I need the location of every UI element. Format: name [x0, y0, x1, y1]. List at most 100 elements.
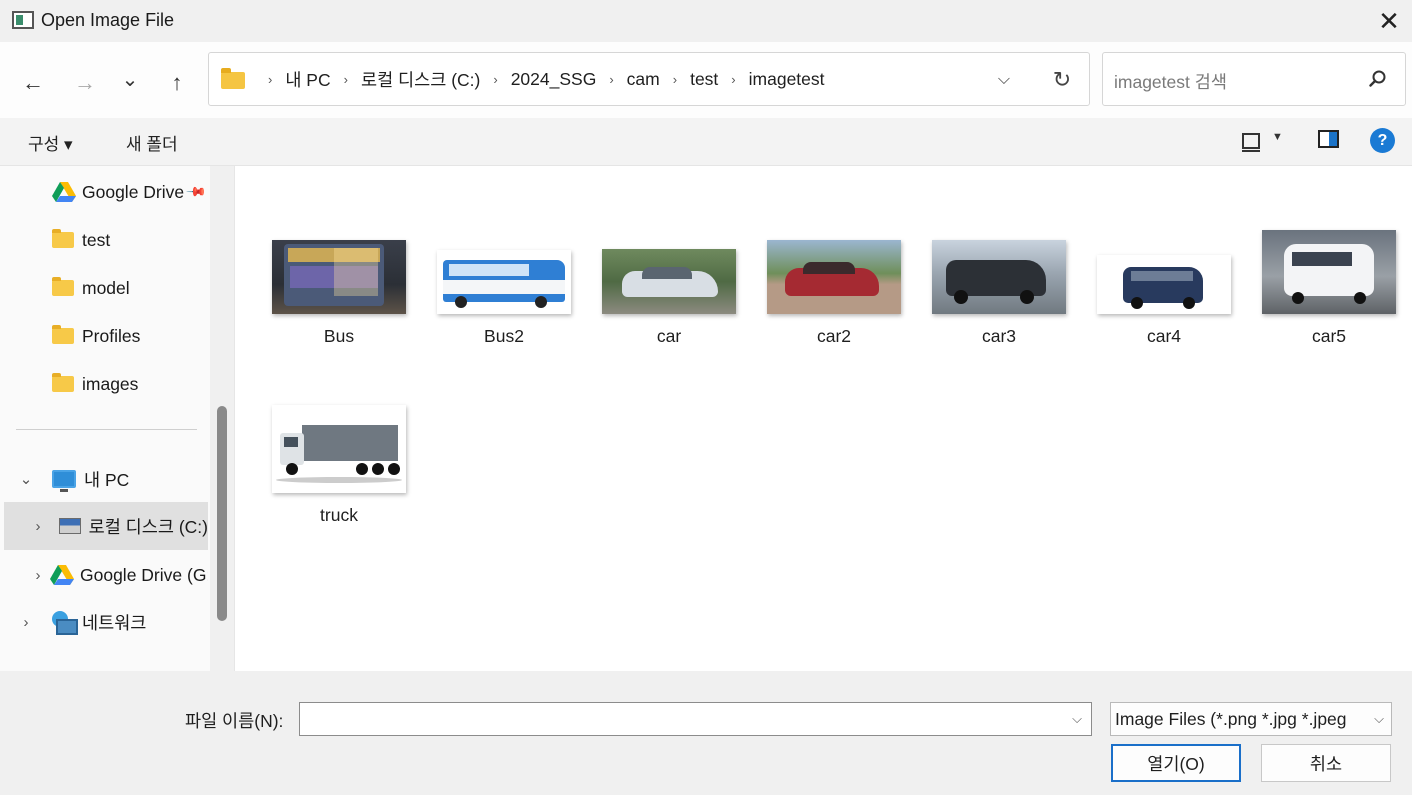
file-name: truck	[320, 505, 358, 525]
cancel-button[interactable]: 취소	[1261, 744, 1391, 782]
organize-button[interactable]: 구성 ▾	[28, 130, 73, 155]
file-name: Bus2	[484, 326, 524, 346]
sidebar-item-label: Google Drive (G:)	[80, 564, 208, 585]
breadcrumb-item-test[interactable]: test	[690, 69, 718, 90]
chevron-down-icon: ⌵	[1374, 711, 1384, 726]
address-bar[interactable]: › 내 PC › 로컬 디스크 (C:) › 2024_SSG › cam › …	[208, 52, 1090, 106]
navigation-bar: ← → ⌄ ↑ › 내 PC › 로컬 디스크 (C:) › 2024_SSG …	[0, 42, 1412, 118]
back-button[interactable]: ←	[16, 66, 50, 100]
chevron-down-icon[interactable]: ⌵	[1066, 708, 1088, 730]
file-name: car5	[1311, 326, 1347, 346]
sidebar-item-label: 내 PC	[84, 469, 130, 490]
sidebar-item-label: 로컬 디스크 (C:)	[88, 516, 208, 537]
file-name: car3	[981, 326, 1017, 346]
google-drive-icon	[50, 565, 74, 585]
disk-icon	[58, 518, 81, 534]
image-thumbnail	[602, 249, 736, 314]
breadcrumb-item-cam[interactable]: cam	[627, 69, 660, 90]
sidebar-item-test[interactable]: test	[0, 216, 208, 264]
sidebar-scrollbar[interactable]	[210, 166, 234, 671]
sidebar-item-label: model	[82, 277, 130, 298]
image-thumbnail	[1097, 255, 1231, 314]
sidebar-item-profiles[interactable]: Profiles	[0, 312, 208, 360]
file-item-bus[interactable]: Bus	[264, 228, 414, 378]
sidebar-item-network[interactable]: › 네트워크	[0, 598, 208, 646]
file-item-car3[interactable]: car3	[924, 228, 1074, 378]
file-item-truck[interactable]: truck	[264, 405, 414, 557]
image-thumbnail	[767, 240, 901, 314]
breadcrumb-separator: ›	[672, 71, 678, 87]
sidebar-item-local-disk[interactable]: › 로컬 디스크 (C:)	[4, 502, 208, 550]
network-icon	[50, 611, 78, 635]
refresh-icon[interactable]: ↻	[1047, 65, 1077, 95]
sidebar-item-google-drive[interactable]: Google Drive	[0, 168, 208, 216]
sidebar-item-label: test	[82, 229, 111, 250]
breadcrumb-item-imagetest[interactable]: imagetest	[749, 69, 825, 90]
image-thumbnail	[272, 405, 406, 493]
help-icon[interactable]: ?	[1370, 128, 1395, 153]
chevron-right-icon[interactable]: ›	[14, 614, 38, 631]
file-list: Bus Bus2 car car2 car3 car4 car5 truck	[234, 166, 1412, 671]
file-name: car	[656, 326, 682, 346]
change-view-button[interactable]: ▼	[1242, 130, 1290, 154]
image-thumbnail	[272, 240, 406, 314]
file-item-car2[interactable]: car2	[759, 228, 909, 378]
chevron-right-icon[interactable]: ›	[26, 567, 50, 584]
window-title: Open Image File	[41, 10, 175, 30]
forward-button[interactable]: →	[68, 66, 102, 100]
breadcrumb: › 내 PC › 로컬 디스크 (C:) › 2024_SSG › cam › …	[255, 53, 825, 105]
breadcrumb-item-local-disk[interactable]: 로컬 디스크 (C:)	[361, 67, 480, 92]
filename-field[interactable]	[299, 702, 1092, 736]
image-thumbnail	[437, 250, 571, 314]
new-folder-button[interactable]: 새 폴더	[126, 130, 178, 155]
caret-down-icon: ▼	[1272, 131, 1283, 143]
file-item-car4[interactable]: car4	[1089, 228, 1239, 378]
file-item-bus2[interactable]: Bus2	[429, 228, 579, 378]
sidebar-item-label: images	[82, 373, 139, 394]
breadcrumb-separator: ›	[609, 71, 614, 87]
navigation-pane: Google Drive test model Profiles images …	[0, 166, 210, 671]
preview-pane-icon[interactable]	[1318, 130, 1339, 148]
sidebar-item-my-pc[interactable]: ⌄ 내 PC	[0, 455, 208, 503]
chevron-right-icon[interactable]: ›	[26, 518, 50, 535]
recent-locations-button[interactable]: ⌄	[113, 62, 147, 96]
file-name: car2	[816, 326, 852, 346]
file-name: car4	[1146, 326, 1182, 346]
sidebar-item-model[interactable]: model	[0, 264, 208, 312]
image-thumbnail	[1262, 230, 1396, 314]
search-input[interactable]: imagetest 검색	[1102, 52, 1406, 106]
breadcrumb-separator: ›	[343, 71, 348, 87]
dialog-footer: 파일 이름(N): ⌵ Image Files (*.png *.jpg *.j…	[0, 671, 1412, 795]
file-item-car5[interactable]: car5	[1254, 228, 1404, 378]
folder-icon	[52, 229, 74, 248]
open-button[interactable]: 열기(O)	[1111, 744, 1241, 782]
chevron-down-icon[interactable]: ⌵	[989, 65, 1019, 95]
image-thumbnail	[932, 240, 1066, 314]
sidebar-item-google-drive-g[interactable]: › Google Drive (G:)	[0, 551, 208, 599]
pc-icon	[52, 470, 76, 492]
breadcrumb-item-pc[interactable]: 내 PC	[285, 67, 330, 92]
folder-icon	[52, 373, 74, 392]
breadcrumb-separator: ›	[268, 71, 273, 87]
app-icon	[12, 11, 34, 29]
chevron-down-icon[interactable]: ⌄	[14, 470, 38, 488]
file-type-select[interactable]: Image Files (*.png *.jpg *.jpeg	[1110, 702, 1392, 736]
up-button[interactable]: ↑	[160, 66, 194, 100]
breadcrumb-separator: ›	[731, 71, 736, 87]
search-placeholder: imagetest 검색	[1114, 72, 1227, 92]
sidebar-item-label: Google Drive	[82, 181, 185, 202]
sidebar-item-images[interactable]: images	[0, 360, 208, 408]
filename-label: 파일 이름(N):	[185, 711, 284, 731]
breadcrumb-item-2024-ssg[interactable]: 2024_SSG	[511, 69, 597, 90]
sidebar-item-label: Profiles	[82, 325, 141, 346]
divider	[16, 429, 197, 430]
command-bar: 구성 ▾ 새 폴더 ▼	[0, 118, 1412, 166]
close-button[interactable]: ✕	[1366, 0, 1412, 42]
folder-icon	[52, 277, 74, 296]
scrollbar-thumb[interactable]	[217, 406, 227, 621]
file-item-car[interactable]: car	[594, 228, 744, 378]
search-icon[interactable]	[1366, 67, 1390, 91]
view-icon	[1242, 133, 1260, 152]
title-bar: Open Image File ✕	[0, 0, 1412, 42]
sidebar-item-label: 네트워크	[82, 612, 147, 633]
